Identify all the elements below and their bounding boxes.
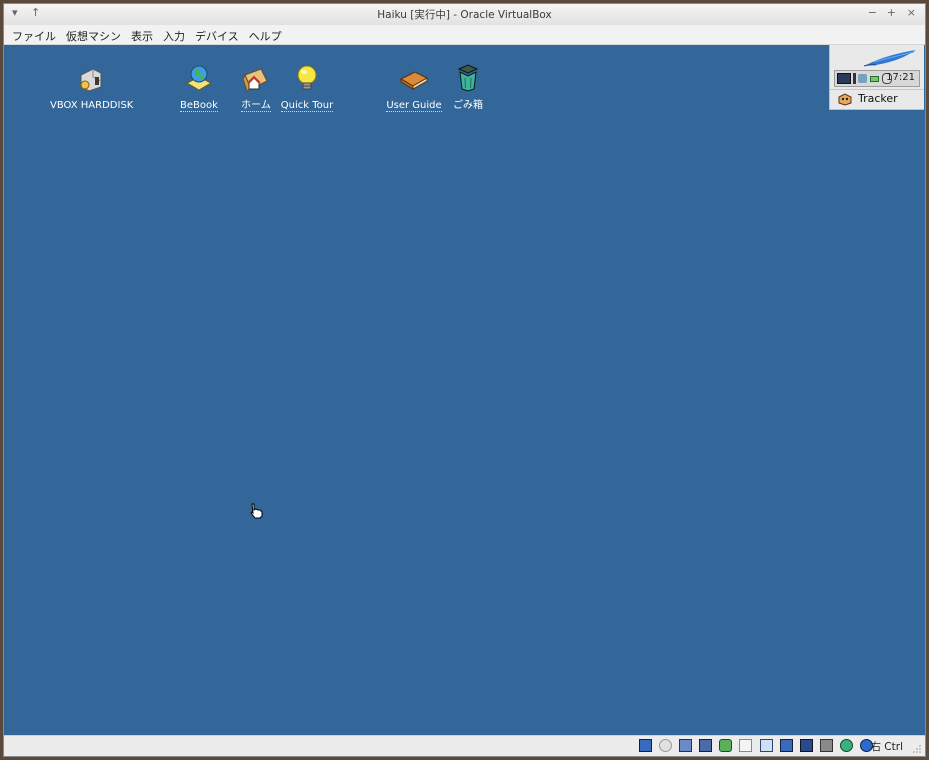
desktop-icon-quick-tour[interactable]: Quick Tour <box>267 63 347 112</box>
video-capture-icon[interactable] <box>779 739 793 752</box>
hand-cursor-icon <box>250 503 263 519</box>
tracker-entry[interactable]: Tracker <box>830 89 924 109</box>
usb-icon[interactable] <box>719 739 733 752</box>
menu-machine[interactable]: 仮想マシン <box>61 25 126 44</box>
guest-desktop[interactable]: VBOX HARDDISK BeBook ホーム Quick Tour User… <box>4 45 925 736</box>
mouse-integration-icon[interactable] <box>819 739 833 752</box>
globe-book-icon <box>185 65 213 91</box>
resize-grip-icon[interactable] <box>912 744 922 754</box>
network-icon[interactable] <box>699 739 713 752</box>
optical-drive-icon[interactable] <box>659 739 673 752</box>
book-icon <box>399 71 429 90</box>
audio-icon[interactable] <box>679 739 693 752</box>
clock[interactable]: 17:21 <box>886 72 915 83</box>
haiku-leaf-icon[interactable] <box>830 45 924 70</box>
maximize-icon[interactable]: + <box>887 6 896 19</box>
tracker-icon <box>838 93 852 106</box>
lightbulb-icon <box>297 65 317 90</box>
process-icon[interactable] <box>853 73 856 84</box>
recording-icon[interactable] <box>799 739 813 752</box>
status-icons <box>637 739 873 753</box>
menu-devices[interactable]: デバイス <box>190 25 244 44</box>
tracker-label: Tracker <box>858 92 898 105</box>
shared-folder-icon[interactable] <box>739 739 753 752</box>
host-key-label: 右 Ctrl <box>870 741 903 753</box>
status-bar: 右 Ctrl <box>4 735 925 756</box>
virtualbox-window: ▾ ↑ Haiku [実行中] - Oracle VirtualBox − + … <box>3 3 926 757</box>
system-tray: 17:21 <box>834 70 920 87</box>
icon-label: BeBook <box>180 100 218 112</box>
menu-help[interactable]: ヘルプ <box>244 25 287 44</box>
menu-bar: ファイル 仮想マシン 表示 入力 デバイス ヘルプ <box>4 25 925 45</box>
menu-input[interactable]: 入力 <box>158 25 190 44</box>
display-icon[interactable] <box>759 739 773 752</box>
menu-file[interactable]: ファイル <box>4 25 61 44</box>
cpu-icon[interactable] <box>839 739 853 752</box>
desktop-icon-harddisk[interactable]: VBOX HARDDISK <box>50 65 134 112</box>
harddisk-icon <box>80 68 102 92</box>
window-title: Haiku [実行中] - Oracle VirtualBox <box>377 9 552 21</box>
deskbar: 17:21 Tracker <box>829 45 924 110</box>
desktop-icon-trash[interactable]: ごみ箱 <box>428 63 508 112</box>
minimize-icon[interactable]: − <box>868 6 877 19</box>
icon-label: ごみ箱 <box>453 100 483 111</box>
icon-label: VBOX HARDDISK <box>50 100 134 111</box>
close-icon[interactable]: × <box>907 6 916 19</box>
network-status-icon[interactable] <box>858 74 867 83</box>
battery-icon[interactable] <box>870 76 879 82</box>
workspaces-icon[interactable] <box>837 73 851 84</box>
icon-label: Quick Tour <box>280 100 334 112</box>
hard-disk-icon[interactable] <box>638 739 652 752</box>
trash-icon <box>457 64 479 92</box>
menu-view[interactable]: 表示 <box>126 25 158 44</box>
title-bar[interactable]: ▾ ↑ Haiku [実行中] - Oracle VirtualBox − + … <box>4 4 925 26</box>
